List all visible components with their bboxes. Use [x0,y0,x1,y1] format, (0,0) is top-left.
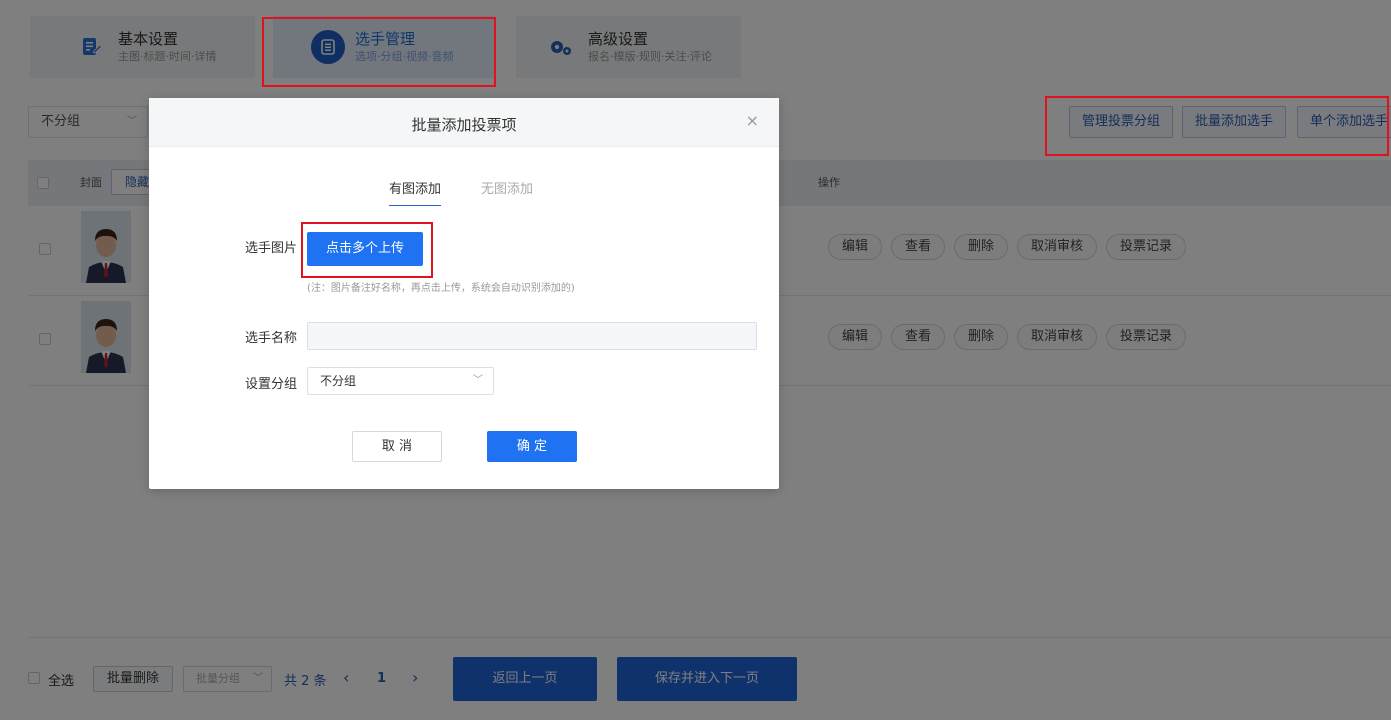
modal-header: 批量添加投票项 × [149,98,779,147]
close-icon[interactable]: × [746,111,759,130]
group-select-value: 不分组 [320,374,357,388]
cancel-button[interactable]: 取 消 [352,431,442,462]
confirm-button[interactable]: 确 定 [487,431,577,462]
contestant-name-input[interactable] [307,322,757,350]
label-set-group: 设置分组 [245,377,298,392]
batch-add-modal: 批量添加投票项 × 有图添加 无图添加 选手图片 点击多个上传 (注：图片备注好… [149,98,779,489]
tab-without-image[interactable]: 无图添加 [481,178,533,197]
chevron-down-icon: ﹀ [473,375,483,386]
upload-hint: (注：图片备注好名称，再点击上传，系统会自动识别添加的) [307,283,575,294]
tab-with-image[interactable]: 有图添加 [389,178,442,206]
label-contestant-image: 选手图片 [245,241,298,256]
upload-multiple-button[interactable]: 点击多个上传 [307,232,423,266]
label-contestant-name: 选手名称 [245,331,298,346]
modal-title: 批量添加投票项 [411,116,517,134]
group-select[interactable]: 不分组 ﹀ [307,367,494,395]
